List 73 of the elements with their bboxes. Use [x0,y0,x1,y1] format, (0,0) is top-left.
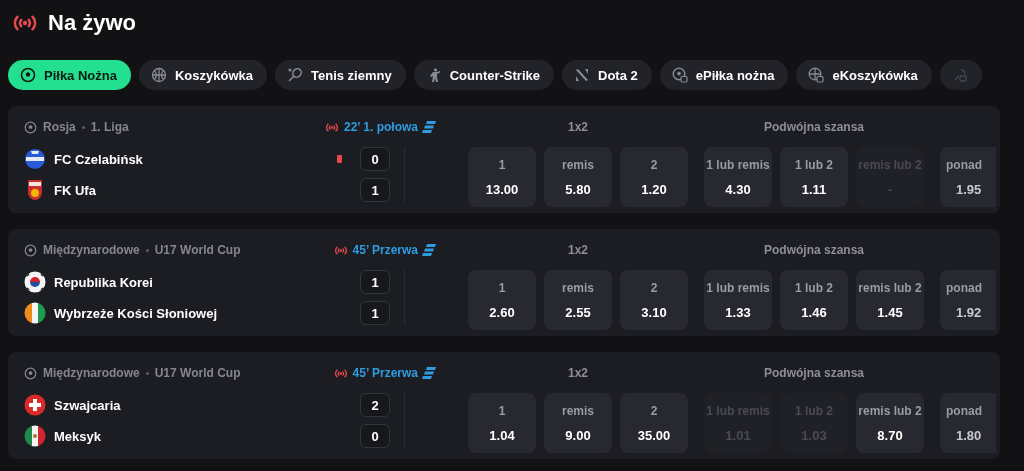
score: 0 [360,147,390,171]
score: 1 [360,301,390,325]
sport-tab[interactable]: Piłka Nożna [8,60,131,90]
score: 0 [360,424,390,448]
live-icon [323,121,340,133]
market-title: Podwójna szansa [764,119,864,135]
sport-tab[interactable]: Tenis ziemny [275,60,406,90]
basketball-icon [150,67,167,83]
team-name: Republika Korei [54,274,154,290]
match-time: 45’ Przerwa [352,243,418,257]
market-title: 1x2 [568,119,588,135]
soccer-ball-gamepad-icon [671,67,688,83]
team-name: FK Ufa [54,182,97,198]
market-title: 1x2 [568,242,588,258]
sport-tab[interactable]: eKoszykówka [796,60,932,90]
odds-button[interactable]: 1 lub 2 1.46 [780,270,848,330]
team-name: Szwajcaria [54,397,122,413]
odds-button[interactable]: 2 35.00 [620,393,688,453]
stats-icon[interactable] [422,244,436,256]
match-time: 22’ 1. połowa [343,120,418,134]
market-title: Podwójna szansa [764,242,864,258]
odds-button[interactable]: 1 2.60 [468,270,536,330]
odds-button[interactable]: remis 2.55 [544,270,612,330]
match-time: 45’ Przerwa [352,366,418,380]
league-name: U17 World Cup [154,243,241,257]
odds-button[interactable]: 1 lub remis 1.33 [704,270,772,330]
live-icon [332,244,349,256]
sport-tab[interactable]: ePiłka nożna [659,60,789,90]
live-icon [332,367,349,379]
team-name: Wybrzeże Kości Słoniowej [54,305,219,321]
soccer-ball-icon [24,366,37,380]
country-name: Rosja [43,120,76,134]
flag-icon [24,302,46,324]
odds-button[interactable]: remis lub 2 1.45 [856,270,924,330]
score: 1 [360,270,390,294]
odds-button[interactable]: ponad 1.80 [940,393,996,453]
odds-button[interactable]: remis 9.00 [544,393,612,453]
club-crest-icon [24,148,46,170]
team-name: Meksyk [54,428,102,444]
odds-button[interactable]: 2 3.10 [620,270,688,330]
score: 1 [360,178,390,202]
slashes-icon [574,67,590,83]
league-name: 1. Liga [90,120,129,134]
league-name: U17 World Cup [154,366,241,380]
soccer-ball-icon [24,120,37,134]
odds-button[interactable]: 1 lub remis 4.30 [704,147,772,207]
flag-icon [24,271,46,293]
score: 2 [360,393,390,417]
market-title: Podwójna szansa [764,365,864,381]
odds-button[interactable]: remis 5.80 [544,147,612,207]
stats-icon[interactable] [422,121,436,133]
market-title: 1x2 [568,365,588,381]
odds-button[interactable]: 1 lub 2 1.11 [780,147,848,207]
soccer-ball-icon [24,243,37,257]
odds-button[interactable]: ponad 1.92 [940,270,996,330]
odds-button[interactable]: 1 1.04 [468,393,536,453]
page-title: Na żywo [48,10,137,36]
odds-button[interactable]: 2 1.20 [620,147,688,207]
sport-tab[interactable]: Koszykówka [138,60,267,90]
sport-tab[interactable]: Counter-Strike [413,60,554,90]
odds-button[interactable]: remis lub 2 8.70 [856,393,924,453]
tennis-racket-icon [287,67,303,83]
flag-icon [24,425,46,447]
odds-button[interactable]: ponad 1.95 [940,147,996,207]
country-name: Międzynarodowe [43,366,140,380]
basketball-gamepad-icon [808,67,825,83]
sport-tab[interactable]: Dota 2 [562,60,652,90]
odds-button[interactable]: 1 13.00 [468,147,536,207]
stats-icon[interactable] [422,367,436,379]
country-name: Międzynarodowe [43,243,140,257]
flag-icon [24,394,46,416]
soccer-ball-icon [20,67,36,83]
team-name: FC Czelabińsk [54,151,144,167]
